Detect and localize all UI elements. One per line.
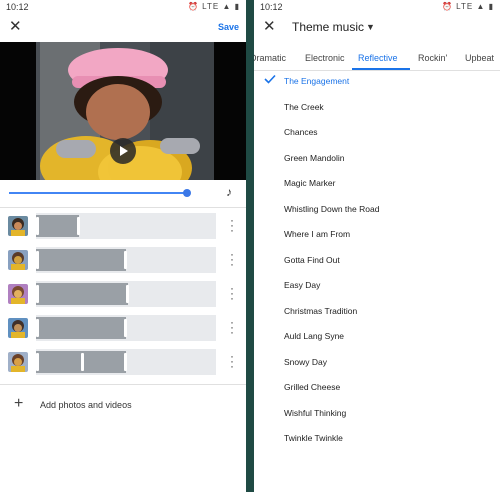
clip-thumbnail[interactable]	[8, 250, 28, 270]
song-item[interactable]: Wishful Thinking	[284, 408, 346, 418]
clip-selected-range	[36, 215, 80, 237]
clip-thumbnail[interactable]	[8, 318, 28, 338]
status-time: 10:12	[260, 2, 283, 12]
divider	[0, 207, 246, 208]
tab-rockin[interactable]: Rockin'	[418, 53, 447, 63]
tab-reflective[interactable]: Reflective	[358, 53, 398, 63]
clip-trim-handle[interactable]	[80, 353, 84, 371]
tab-upbeat[interactable]: Upbeat	[465, 53, 494, 63]
song-item[interactable]: Auld Lang Syne	[284, 331, 344, 341]
clip-thumbnail[interactable]	[8, 352, 28, 372]
clip-trim-handle[interactable]	[36, 353, 39, 371]
save-button[interactable]: Save	[218, 22, 239, 32]
clip-row[interactable]: · · ·	[8, 213, 240, 239]
clip-trim-track[interactable]	[36, 315, 216, 341]
theme-music-screen: 10:12 ⏰ LTE ▲ ▮ ✕ Theme music ▼ Dramatic…	[254, 0, 500, 492]
clip-row[interactable]: · · ·	[8, 315, 240, 341]
clip-trim-track[interactable]	[36, 213, 216, 239]
add-photos-label: Add photos and videos	[40, 400, 132, 410]
theme-music-title[interactable]: Theme music	[292, 20, 364, 34]
clip-selected-range	[36, 249, 126, 271]
add-photos-button[interactable]: + Add photos and videos	[0, 384, 246, 424]
plus-icon: +	[14, 395, 24, 412]
song-item[interactable]: Whistling Down the Road	[284, 204, 379, 214]
song-item[interactable]: Chances	[284, 127, 318, 137]
song-item[interactable]: Easy Day	[284, 280, 320, 290]
song-item[interactable]: Where I am From	[284, 229, 350, 239]
song-item[interactable]: The Creek	[284, 102, 324, 112]
clip-trim-handle[interactable]	[124, 319, 127, 337]
more-options-icon[interactable]: · · ·	[228, 316, 236, 338]
status-bar: 10:12 ⏰ LTE ▲ ▮	[0, 0, 246, 14]
tab-dramatic[interactable]: Dramatic	[254, 53, 286, 63]
clip-row[interactable]: · · ·	[8, 349, 240, 375]
dropdown-caret-icon[interactable]: ▼	[366, 22, 375, 32]
clip-thumbnail[interactable]	[8, 216, 28, 236]
song-item[interactable]: Gotta Find Out	[284, 255, 340, 265]
song-item[interactable]: Magic Marker	[284, 178, 335, 188]
clip-trim-handle[interactable]	[124, 251, 127, 269]
song-item[interactable]: The Engagement	[284, 76, 349, 86]
clip-trim-track[interactable]	[36, 349, 216, 375]
song-item[interactable]: Snowy Day	[284, 357, 327, 367]
play-button[interactable]	[110, 138, 136, 164]
clip-selected-range	[36, 317, 126, 339]
status-bar: 10:12 ⏰ LTE ▲ ▮	[254, 0, 500, 14]
genre-tabs: Dramatic Electronic Reflective Rockin' Upbea…	[254, 48, 500, 70]
clip-trim-handle[interactable]	[36, 251, 39, 269]
video-preview[interactable]	[0, 42, 246, 180]
clip-trim-handle[interactable]	[77, 217, 81, 235]
clip-thumbnail[interactable]	[8, 284, 28, 304]
clip-trim-track[interactable]	[36, 281, 216, 307]
clip-row[interactable]: · · ·	[8, 247, 240, 273]
music-note-icon[interactable]: ♪	[226, 185, 232, 199]
clip-trim-handle[interactable]	[36, 285, 39, 303]
song-item[interactable]: Green Mandolin	[284, 153, 344, 163]
song-item[interactable]: Christmas Tradition	[284, 306, 357, 316]
play-icon	[120, 146, 128, 156]
playback-scrubber-handle[interactable]	[182, 189, 191, 197]
song-item[interactable]: Grilled Cheese	[284, 382, 340, 392]
close-icon[interactable]: ✕	[9, 19, 23, 34]
more-options-icon[interactable]: · · ·	[228, 350, 236, 372]
checkmark-icon	[264, 74, 276, 84]
movie-editor-screen: 10:12 ⏰ LTE ▲ ▮ ✕ Save ♪ · · · · · · · ·…	[0, 0, 246, 492]
tabs-divider	[254, 70, 500, 71]
more-options-icon[interactable]: · · ·	[228, 248, 236, 270]
status-time: 10:12	[6, 2, 29, 12]
clip-row[interactable]: · · ·	[8, 281, 240, 307]
clip-trim-handle[interactable]	[124, 353, 127, 371]
clip-selected-range	[36, 283, 128, 305]
clip-trim-handle[interactable]	[36, 217, 39, 235]
clip-trim-track[interactable]	[36, 247, 216, 273]
clip-trim-handle[interactable]	[36, 319, 39, 337]
more-options-icon[interactable]: · · ·	[228, 214, 236, 236]
song-item[interactable]: Twinkle Twinkle	[284, 433, 343, 443]
playback-progress[interactable]	[9, 192, 187, 194]
more-options-icon[interactable]: · · ·	[228, 282, 236, 304]
tab-electronic[interactable]: Electronic	[305, 53, 345, 63]
status-icons: ⏰ LTE ▲ ▮	[441, 2, 494, 11]
clip-trim-handle[interactable]	[125, 285, 129, 303]
close-icon[interactable]: ✕	[263, 19, 276, 34]
status-icons: ⏰ LTE ▲ ▮	[187, 2, 240, 11]
